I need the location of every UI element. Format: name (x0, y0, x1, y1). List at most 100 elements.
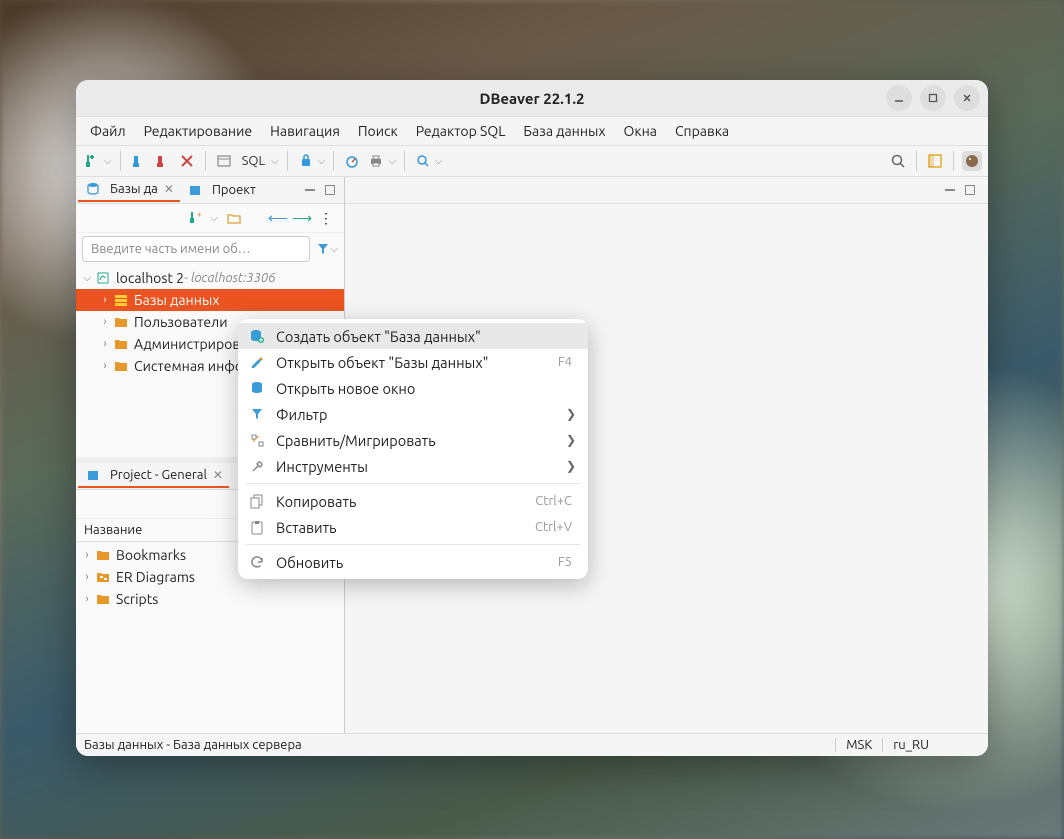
view-menu-icon[interactable]: ⋮ (318, 210, 334, 226)
folder-icon (112, 313, 130, 331)
ctx-label: Сравнить/Мигрировать (276, 432, 556, 449)
chevron-down-icon[interactable]: ⌵ (435, 155, 443, 167)
tab-project[interactable]: Project - General ✕ (78, 464, 229, 488)
close-button[interactable] (954, 85, 980, 111)
ctx-refresh[interactable]: Обновить F5 (238, 549, 588, 575)
filter-icon (248, 405, 266, 423)
menu-edit[interactable]: Редактирование (136, 121, 260, 141)
status-path: Базы данных - База данных сервера (84, 738, 835, 752)
tree-connection-node[interactable]: ⌵ localhost 2 - localhost:3306 (76, 267, 344, 289)
chevron-right-icon[interactable]: › (98, 360, 112, 372)
tools-icon (248, 457, 266, 475)
ctx-open-object[interactable]: Открыть объект "Базы данных" F4 (238, 349, 588, 375)
database-icon (84, 180, 102, 198)
context-menu: Создать объект "База данных" Открыть объ… (238, 319, 588, 579)
node-label: Bookmarks (116, 547, 186, 563)
menu-navigate[interactable]: Навигация (262, 121, 348, 141)
perspective-icon[interactable] (925, 151, 945, 171)
tab-projects[interactable]: Проект (180, 179, 262, 201)
connection-host-info: - localhost:3306 (184, 271, 276, 285)
arrow-left-icon[interactable]: ⟵ (270, 210, 286, 226)
filter-button[interactable]: ⌵ (316, 242, 338, 256)
chevron-right-icon: ❯ (566, 407, 578, 421)
tree-databases-node[interactable]: › Базы данных (76, 289, 344, 311)
ctx-copy[interactable]: Копировать Ctrl+C (238, 488, 588, 514)
tab-databases[interactable]: Базы да ✕ (78, 178, 180, 202)
menu-help[interactable]: Справка (667, 121, 737, 141)
ctx-compare-migrate[interactable]: Сравнить/Мигрировать ❯ (238, 427, 588, 453)
copy-icon (248, 492, 266, 510)
chevron-right-icon[interactable]: › (80, 593, 94, 605)
toolbar-separator (287, 151, 288, 171)
toolbar-separator (953, 151, 954, 171)
chevron-down-icon[interactable]: ⌵ (318, 155, 326, 167)
sql-label[interactable]: SQL (238, 154, 270, 168)
chevron-right-icon[interactable]: › (98, 316, 112, 328)
menu-sql-editor[interactable]: Редактор SQL (408, 121, 514, 141)
close-tab-icon[interactable]: ✕ (164, 182, 174, 196)
chevron-down-icon[interactable]: ⌵ (210, 212, 218, 224)
status-timezone[interactable]: MSK (835, 738, 882, 752)
ctx-shortcut: F4 (558, 355, 578, 369)
project-icon (186, 181, 204, 199)
connect-icon[interactable] (129, 151, 149, 171)
menu-file[interactable]: Файл (82, 121, 134, 141)
search-input[interactable]: Введите часть имени об… (82, 236, 310, 262)
chevron-right-icon[interactable]: › (98, 338, 112, 350)
minimize-view-icon[interactable] (942, 182, 958, 198)
maximize-view-icon[interactable] (322, 182, 338, 198)
dashboard-icon[interactable] (342, 151, 362, 171)
db-navigator-tabstrip: Базы да ✕ Проект (76, 177, 344, 204)
print-icon[interactable] (366, 151, 386, 171)
maximize-view-icon[interactable] (962, 182, 978, 198)
toolbar-separator (916, 151, 917, 171)
chevron-right-icon[interactable]: › (80, 571, 94, 583)
chevron-down-icon[interactable]: ⌵ (80, 272, 94, 285)
ctx-shortcut: Ctrl+V (535, 520, 578, 534)
node-label: Scripts (116, 591, 158, 607)
project-item-scripts[interactable]: › Scripts (76, 588, 344, 610)
ctx-filter[interactable]: Фильтр ❯ (238, 401, 588, 427)
ctx-label: Копировать (276, 493, 525, 510)
folder-icon[interactable] (226, 210, 242, 226)
ctx-open-new-window[interactable]: Открыть новое окно (238, 375, 588, 401)
statusbar: Базы данных - База данных сервера MSK ru… (76, 733, 988, 756)
compare-icon (248, 431, 266, 449)
chevron-down-icon[interactable]: ⌵ (388, 155, 396, 167)
new-connection-icon[interactable] (82, 151, 102, 171)
new-connection-icon[interactable]: + (188, 210, 204, 226)
ctx-shortcut: F5 (558, 555, 578, 569)
ctx-label: Создать объект "База данных" (276, 328, 578, 345)
ctx-separator (246, 544, 580, 545)
dbeaver-logo-icon[interactable] (962, 151, 982, 171)
chevron-down-icon[interactable]: ⌵ (104, 155, 112, 167)
ctx-label: Открыть новое окно (276, 380, 578, 397)
menu-windows[interactable]: Окна (616, 121, 665, 141)
ctx-label: Вставить (276, 519, 525, 536)
menu-database[interactable]: База данных (515, 121, 613, 141)
magnifier-icon[interactable] (413, 151, 433, 171)
search-icon[interactable] (888, 151, 908, 171)
ctx-tools[interactable]: Инструменты ❯ (238, 453, 588, 479)
toolbar-separator (404, 151, 405, 171)
chevron-right-icon[interactable]: › (80, 549, 94, 561)
commit-icon[interactable] (296, 151, 316, 171)
connection-label: localhost 2 (116, 270, 184, 286)
ctx-paste[interactable]: Вставить Ctrl+V (238, 514, 588, 540)
close-tab-icon[interactable]: ✕ (213, 468, 223, 482)
node-label: Базы данных (134, 292, 219, 308)
proj-folder-icon (94, 546, 112, 564)
status-locale[interactable]: ru_RU (882, 738, 939, 752)
sql-editor-icon[interactable] (214, 151, 234, 171)
db-create-icon (248, 327, 266, 345)
chevron-down-icon[interactable]: ⌵ (271, 155, 279, 167)
chevron-right-icon[interactable]: › (98, 294, 112, 306)
minimize-button[interactable] (886, 85, 912, 111)
disconnect-icon[interactable] (153, 151, 173, 171)
ctx-create-object[interactable]: Создать объект "База данных" (238, 323, 588, 349)
disconnect-all-icon[interactable] (177, 151, 197, 171)
menu-search[interactable]: Поиск (350, 121, 406, 141)
minimize-view-icon[interactable] (302, 182, 318, 198)
arrow-right-icon[interactable]: ⟶ (294, 210, 310, 226)
maximize-button[interactable] (920, 85, 946, 111)
